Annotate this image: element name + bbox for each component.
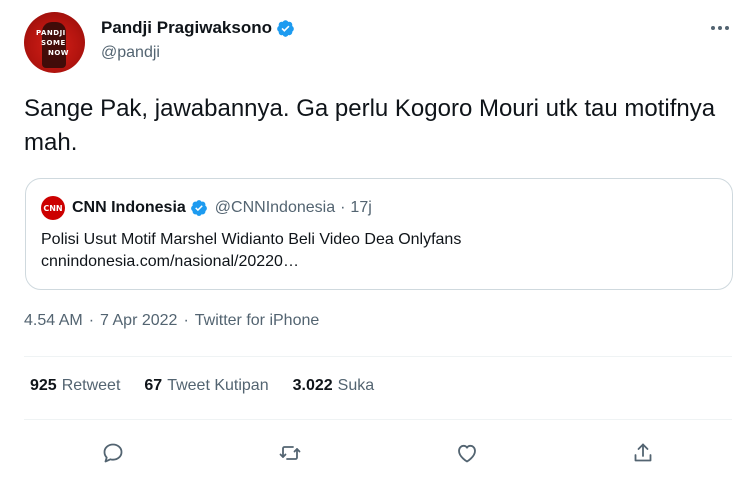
- retweet-button[interactable]: [276, 439, 304, 467]
- avatar-text-3: NOW: [48, 49, 70, 57]
- tweet-text: Sange Pak, jawabannya. Ga perlu Kogoro M…: [24, 95, 716, 156]
- more-icon[interactable]: [708, 17, 732, 39]
- author-handle[interactable]: @pandji: [101, 44, 160, 62]
- like-count: 3.022: [292, 377, 333, 394]
- divider-bottom: [24, 419, 732, 420]
- tweet-stats: 925 Retweet 67 Tweet Kutipan 3.022 Suka: [30, 377, 398, 395]
- tweet-actions: [0, 436, 756, 470]
- verified-badge-icon: [277, 19, 294, 37]
- quote-count: 67: [144, 377, 163, 394]
- author-display-name[interactable]: Pandji Pragiwaksono: [101, 18, 272, 38]
- tweet-date[interactable]: 7 Apr 2022: [100, 312, 177, 330]
- tweet-source[interactable]: Twitter for iPhone: [195, 312, 320, 330]
- like-icon: [458, 444, 476, 463]
- author-name-row: Pandji Pragiwaksono: [101, 18, 295, 38]
- reply-icon: [103, 443, 123, 463]
- quoted-separator: ·: [340, 199, 346, 216]
- tweet-time[interactable]: 4.54 AM: [24, 312, 83, 330]
- quoted-tweet-text: Polisi Usut Motif Marshel Widianto Beli …: [41, 231, 462, 248]
- reply-button[interactable]: [99, 439, 127, 467]
- like-label: Suka: [337, 377, 375, 394]
- quote-label: Tweet Kutipan: [167, 377, 269, 394]
- divider-top: [24, 356, 732, 357]
- quoted-author-handle: @CNNIndonesia: [214, 199, 336, 216]
- retweet-stat[interactable]: 925 Retweet: [30, 377, 120, 395]
- quoted-tweet-body: Polisi Usut Motif Marshel Widianto Beli …: [41, 229, 461, 273]
- author-avatar[interactable]: PANDJI SOME NOW: [24, 12, 85, 73]
- avatar-text-2: SOME: [41, 39, 66, 47]
- retweet-count: 925: [30, 377, 57, 394]
- like-button[interactable]: [453, 439, 481, 467]
- retweet-icon: [279, 446, 301, 460]
- meta-separator-1: ·: [88, 312, 95, 329]
- quoted-verified-badge-icon: [190, 200, 207, 216]
- quoted-tweet-card[interactable]: CNN CNN Indonesia @CNNIndonesia · 17j Po…: [25, 178, 733, 290]
- quoted-tweet-link[interactable]: cnnindonesia.com/nasional/20220…: [41, 251, 461, 273]
- quoted-time: 17j: [350, 199, 372, 216]
- share-button[interactable]: [629, 439, 657, 467]
- cnn-logo-avatar: CNN: [41, 196, 65, 220]
- quoted-tweet-header: CNN CNN Indonesia @CNNIndonesia · 17j: [41, 196, 372, 220]
- quote-stat[interactable]: 67 Tweet Kutipan: [144, 377, 268, 395]
- share-icon: [634, 443, 652, 462]
- quoted-author-name: CNN Indonesia: [72, 199, 186, 216]
- avatar-text-1: PANDJI: [36, 29, 66, 37]
- like-stat[interactable]: 3.022 Suka: [293, 377, 375, 395]
- tweet-meta: 4.54 AM · 7 Apr 2022 · Twitter for iPhon…: [24, 312, 319, 330]
- retweet-label: Retweet: [61, 377, 121, 394]
- meta-separator-2: ·: [183, 312, 189, 329]
